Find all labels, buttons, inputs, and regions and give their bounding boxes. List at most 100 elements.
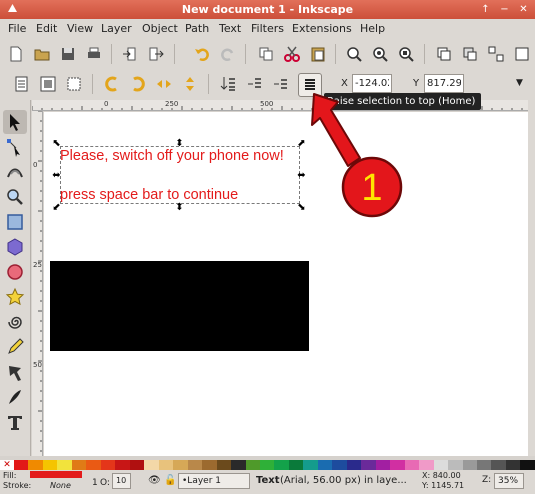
print-icon[interactable] — [82, 42, 106, 66]
color-swatch[interactable] — [100, 460, 116, 470]
zoom-drawing-icon[interactable] — [368, 42, 392, 66]
calligraphy-tool-icon[interactable] — [3, 385, 27, 409]
color-swatch[interactable] — [28, 460, 43, 470]
deselect-icon[interactable] — [62, 72, 86, 96]
color-swatch[interactable] — [187, 460, 203, 470]
menu-help[interactable]: Help — [360, 22, 385, 35]
menu-edit[interactable]: Edit — [36, 22, 57, 35]
scale-handle-w-icon[interactable]: ⬌ — [52, 171, 61, 181]
maximize-button[interactable]: ↑ — [478, 2, 493, 17]
layer-visibility-eye-icon[interactable]: 👁 — [148, 475, 161, 486]
color-swatch[interactable] — [245, 460, 260, 470]
color-swatch[interactable] — [404, 460, 420, 470]
color-swatch[interactable] — [419, 460, 434, 470]
cut-icon[interactable] — [280, 42, 304, 66]
minimize-button[interactable]: − — [497, 2, 512, 17]
copy-icon[interactable] — [254, 42, 278, 66]
menu-extensions[interactable]: Extensions — [292, 22, 352, 35]
zoom-selection-icon[interactable] — [342, 42, 366, 66]
flip-horizontal-icon[interactable] — [152, 72, 176, 96]
raise-icon[interactable] — [268, 72, 292, 96]
color-swatch[interactable] — [448, 460, 463, 470]
node-tool-icon[interactable] — [3, 135, 27, 159]
rotate-cw-icon[interactable] — [126, 72, 150, 96]
color-swatch[interactable] — [144, 460, 159, 470]
save-icon[interactable] — [56, 42, 80, 66]
color-swatch[interactable] — [259, 460, 275, 470]
open-folder-icon[interactable] — [30, 42, 54, 66]
canvas-text-line-1[interactable]: Please, switch off your phone now! — [60, 148, 284, 164]
color-swatch[interactable] — [505, 460, 521, 470]
rotate-ccw-icon[interactable] — [100, 72, 124, 96]
tweak-tool-icon[interactable] — [3, 160, 27, 184]
color-swatch[interactable] — [158, 460, 174, 470]
color-swatch[interactable] — [346, 460, 362, 470]
clone-icon[interactable] — [458, 42, 482, 66]
color-swatch[interactable] — [86, 460, 101, 470]
ellipse-tool-icon[interactable] — [3, 260, 27, 284]
toolbar-overflow-arrow-icon[interactable]: ▼ — [516, 78, 523, 88]
scale-handle-nw-icon[interactable]: ⬉ — [52, 139, 61, 149]
undo-icon[interactable] — [190, 42, 214, 66]
color-swatch[interactable] — [115, 460, 130, 470]
export-icon[interactable] — [144, 42, 168, 66]
color-swatch[interactable] — [42, 460, 58, 470]
rectangle-tool-icon[interactable] — [3, 210, 27, 234]
opacity-input[interactable]: 10 — [112, 473, 131, 489]
group-icon[interactable] — [484, 42, 508, 66]
select-all-layers-icon[interactable] — [36, 72, 60, 96]
flip-vertical-icon[interactable] — [178, 72, 202, 96]
layer-dropdown[interactable]: •Layer 1 — [178, 473, 250, 489]
menu-filters[interactable]: Filters — [251, 22, 284, 35]
zoom-input[interactable]: 35% — [494, 473, 524, 489]
stroke-width[interactable]: 1 — [92, 478, 98, 488]
black-rectangle[interactable] — [50, 261, 309, 351]
fill-swatch[interactable] — [30, 471, 82, 478]
3d-box-tool-icon[interactable] — [3, 235, 27, 259]
menu-view[interactable]: View — [67, 22, 93, 35]
color-swatch[interactable] — [303, 460, 318, 470]
color-swatch[interactable] — [462, 460, 477, 470]
lower-icon[interactable] — [242, 72, 266, 96]
duplicate-icon[interactable] — [432, 42, 456, 66]
paste-icon[interactable] — [306, 42, 330, 66]
color-swatch[interactable] — [274, 460, 289, 470]
lower-to-bottom-icon[interactable] — [216, 72, 240, 96]
text-tool-icon[interactable] — [3, 410, 27, 434]
y-input[interactable] — [424, 74, 464, 93]
new-document-icon[interactable] — [4, 42, 28, 66]
vertical-scrollbar[interactable] — [528, 100, 535, 456]
color-swatch[interactable] — [361, 460, 376, 470]
scale-handle-n-icon[interactable]: ⬍ — [175, 139, 184, 149]
redo-icon[interactable] — [216, 42, 240, 66]
color-swatch[interactable] — [202, 460, 217, 470]
scale-handle-sw-icon[interactable]: ⬋ — [52, 203, 61, 213]
menu-text[interactable]: Text — [219, 22, 241, 35]
color-swatch[interactable] — [477, 460, 492, 470]
color-swatch[interactable] — [520, 460, 535, 470]
color-swatch[interactable] — [332, 460, 347, 470]
color-swatch[interactable] — [231, 460, 246, 470]
color-swatch[interactable] — [14, 460, 29, 470]
import-icon[interactable] — [118, 42, 142, 66]
menu-path[interactable]: Path — [185, 22, 209, 35]
color-swatch[interactable] — [491, 460, 506, 470]
color-swatch[interactable] — [433, 460, 449, 470]
menu-layer[interactable]: Layer — [101, 22, 132, 35]
no-paint-swatch-icon[interactable]: ✕ — [0, 460, 14, 470]
close-button[interactable]: ✕ — [516, 2, 531, 17]
spiral-tool-icon[interactable] — [3, 310, 27, 334]
color-swatch[interactable] — [317, 460, 333, 470]
ungroup-icon[interactable] — [510, 42, 534, 66]
color-swatch[interactable] — [288, 460, 304, 470]
zoom-page-icon[interactable] — [394, 42, 418, 66]
selector-tool-icon[interactable] — [3, 110, 27, 134]
color-swatch[interactable] — [216, 460, 232, 470]
color-swatch[interactable] — [129, 460, 145, 470]
color-swatch[interactable] — [375, 460, 391, 470]
color-swatch[interactable] — [173, 460, 188, 470]
pen-tool-icon[interactable] — [3, 360, 27, 384]
select-all-icon[interactable] — [10, 72, 34, 96]
star-tool-icon[interactable] — [3, 285, 27, 309]
color-swatch[interactable] — [57, 460, 72, 470]
